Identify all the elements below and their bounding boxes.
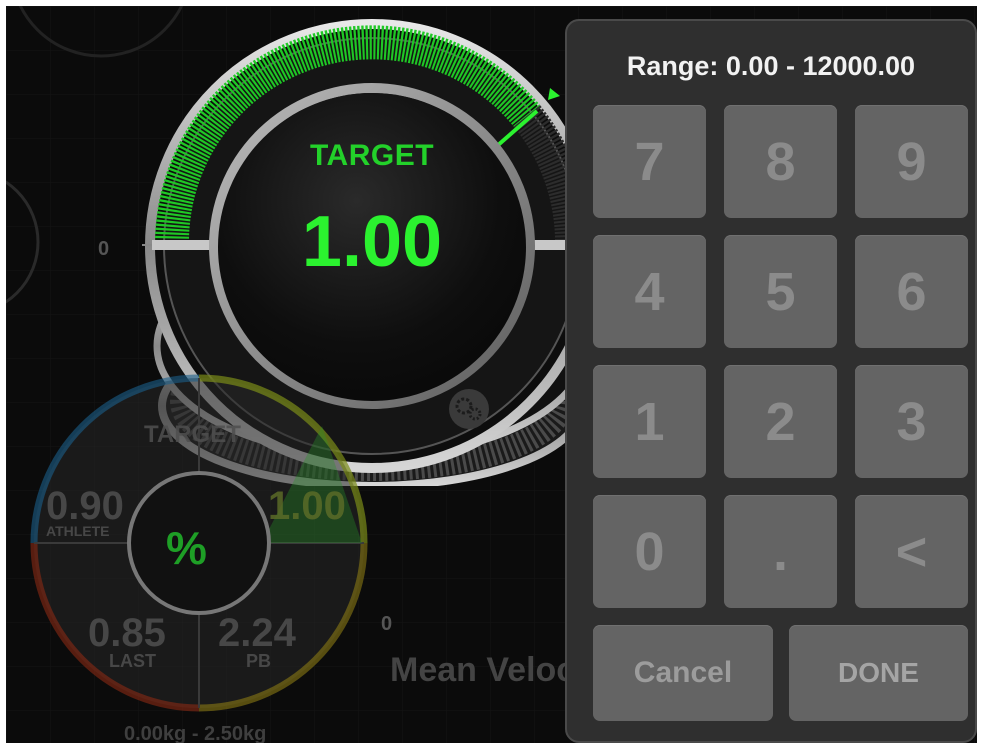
target-label: TARGET	[309, 139, 435, 172]
key-4[interactable]: 4	[593, 235, 706, 348]
range-label: Range: 0.00 - 12000.00	[626, 51, 916, 81]
key-decimal[interactable]: .	[724, 495, 837, 608]
numeric-keypad: Range: 0.00 - 12000.00 7 8 9 4 5 6 1 2 3…	[565, 19, 977, 743]
mini-target-value: 1.00	[268, 484, 346, 528]
athlete-label: ATHLETE	[46, 523, 110, 539]
target-value[interactable]: 1.00	[218, 201, 526, 283]
key-5[interactable]: 5	[724, 235, 837, 348]
mini-target-label: TARGET	[144, 421, 241, 448]
weight-range-label: 0.00kg - 2.50kg	[124, 723, 267, 743]
last-label: LAST	[109, 651, 156, 671]
key-9[interactable]: 9	[855, 105, 968, 218]
percent-icon: %	[166, 522, 207, 574]
cancel-button[interactable]: Cancel	[593, 625, 773, 721]
chart-zero-tick: 0	[381, 613, 393, 635]
settings-gear-icon[interactable]	[446, 386, 492, 432]
key-6[interactable]: 6	[855, 235, 968, 348]
dial-scale-zero: 0	[98, 238, 110, 260]
key-backspace[interactable]: <	[855, 495, 968, 608]
key-1[interactable]: 1	[593, 365, 706, 478]
key-0[interactable]: 0	[593, 495, 706, 608]
key-8[interactable]: 8	[724, 105, 837, 218]
pb-value: 2.24	[218, 611, 296, 655]
last-value: 0.85	[88, 611, 166, 655]
metric-label: Mean Veloc	[390, 651, 576, 689]
key-7[interactable]: 7	[593, 105, 706, 218]
key-3[interactable]: 3	[855, 365, 968, 478]
app-screen: TARGET 1.00 0 TARGET 0. 9 0 ATHLETE 1.00 0…	[6, 6, 977, 743]
key-2[interactable]: 2	[724, 365, 837, 478]
pb-label: PB	[246, 651, 272, 671]
done-button[interactable]: DONE	[789, 625, 968, 721]
